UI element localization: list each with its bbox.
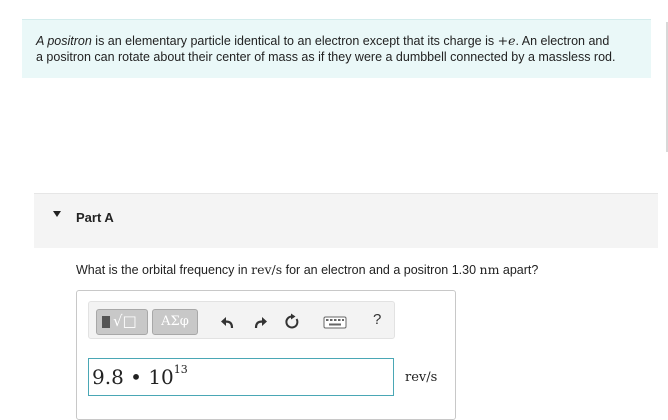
math-toolbar: √□ ΑΣφ ?	[88, 301, 395, 339]
keyboard-icon[interactable]	[323, 313, 347, 331]
answer-input[interactable]: 9.8 • 1013	[88, 358, 394, 396]
multiply-dot: •	[123, 365, 149, 389]
problem-statement: A positron is an elementary particle ide…	[22, 19, 651, 78]
part-a-header[interactable]: Part A	[34, 193, 658, 248]
answer-mantissa: 9.8	[92, 365, 124, 389]
templates-button[interactable]: √□	[96, 309, 148, 335]
part-title: Part A	[76, 210, 114, 225]
answer-unit: rev/s	[405, 370, 438, 385]
charge-symbol: +e	[497, 33, 516, 48]
question-prefix: What is the orbital frequency in	[76, 263, 252, 277]
undo-icon[interactable]	[219, 313, 237, 331]
problem-text-3: a positron can rotate about their center…	[36, 50, 616, 64]
reset-icon[interactable]	[283, 313, 301, 331]
answer-exponent: 13	[173, 363, 188, 377]
answer-base: 10	[148, 365, 174, 389]
question-distance-unit: nm	[479, 262, 500, 277]
question-unit: rev/s	[251, 262, 283, 277]
answer-panel: √□ ΑΣφ ? 9.8 • 1013 rev/s	[76, 290, 456, 420]
template-root-label: √□	[113, 312, 137, 330]
problem-text-1: is an elementary particle identical to a…	[91, 34, 498, 48]
help-button[interactable]: ?	[373, 311, 381, 328]
problem-term: A positron	[36, 34, 92, 48]
problem-text-2: . An electron and	[515, 34, 610, 48]
question-suffix: apart?	[499, 263, 539, 277]
redo-icon[interactable]	[251, 313, 269, 331]
template-square-icon	[102, 316, 110, 328]
greek-symbols-button[interactable]: ΑΣφ	[152, 309, 198, 335]
caret-down-icon[interactable]	[53, 211, 61, 217]
question-middle: for an electron and a positron 1.30	[282, 263, 480, 277]
question-text: What is the orbital frequency in rev/s f…	[76, 262, 538, 277]
